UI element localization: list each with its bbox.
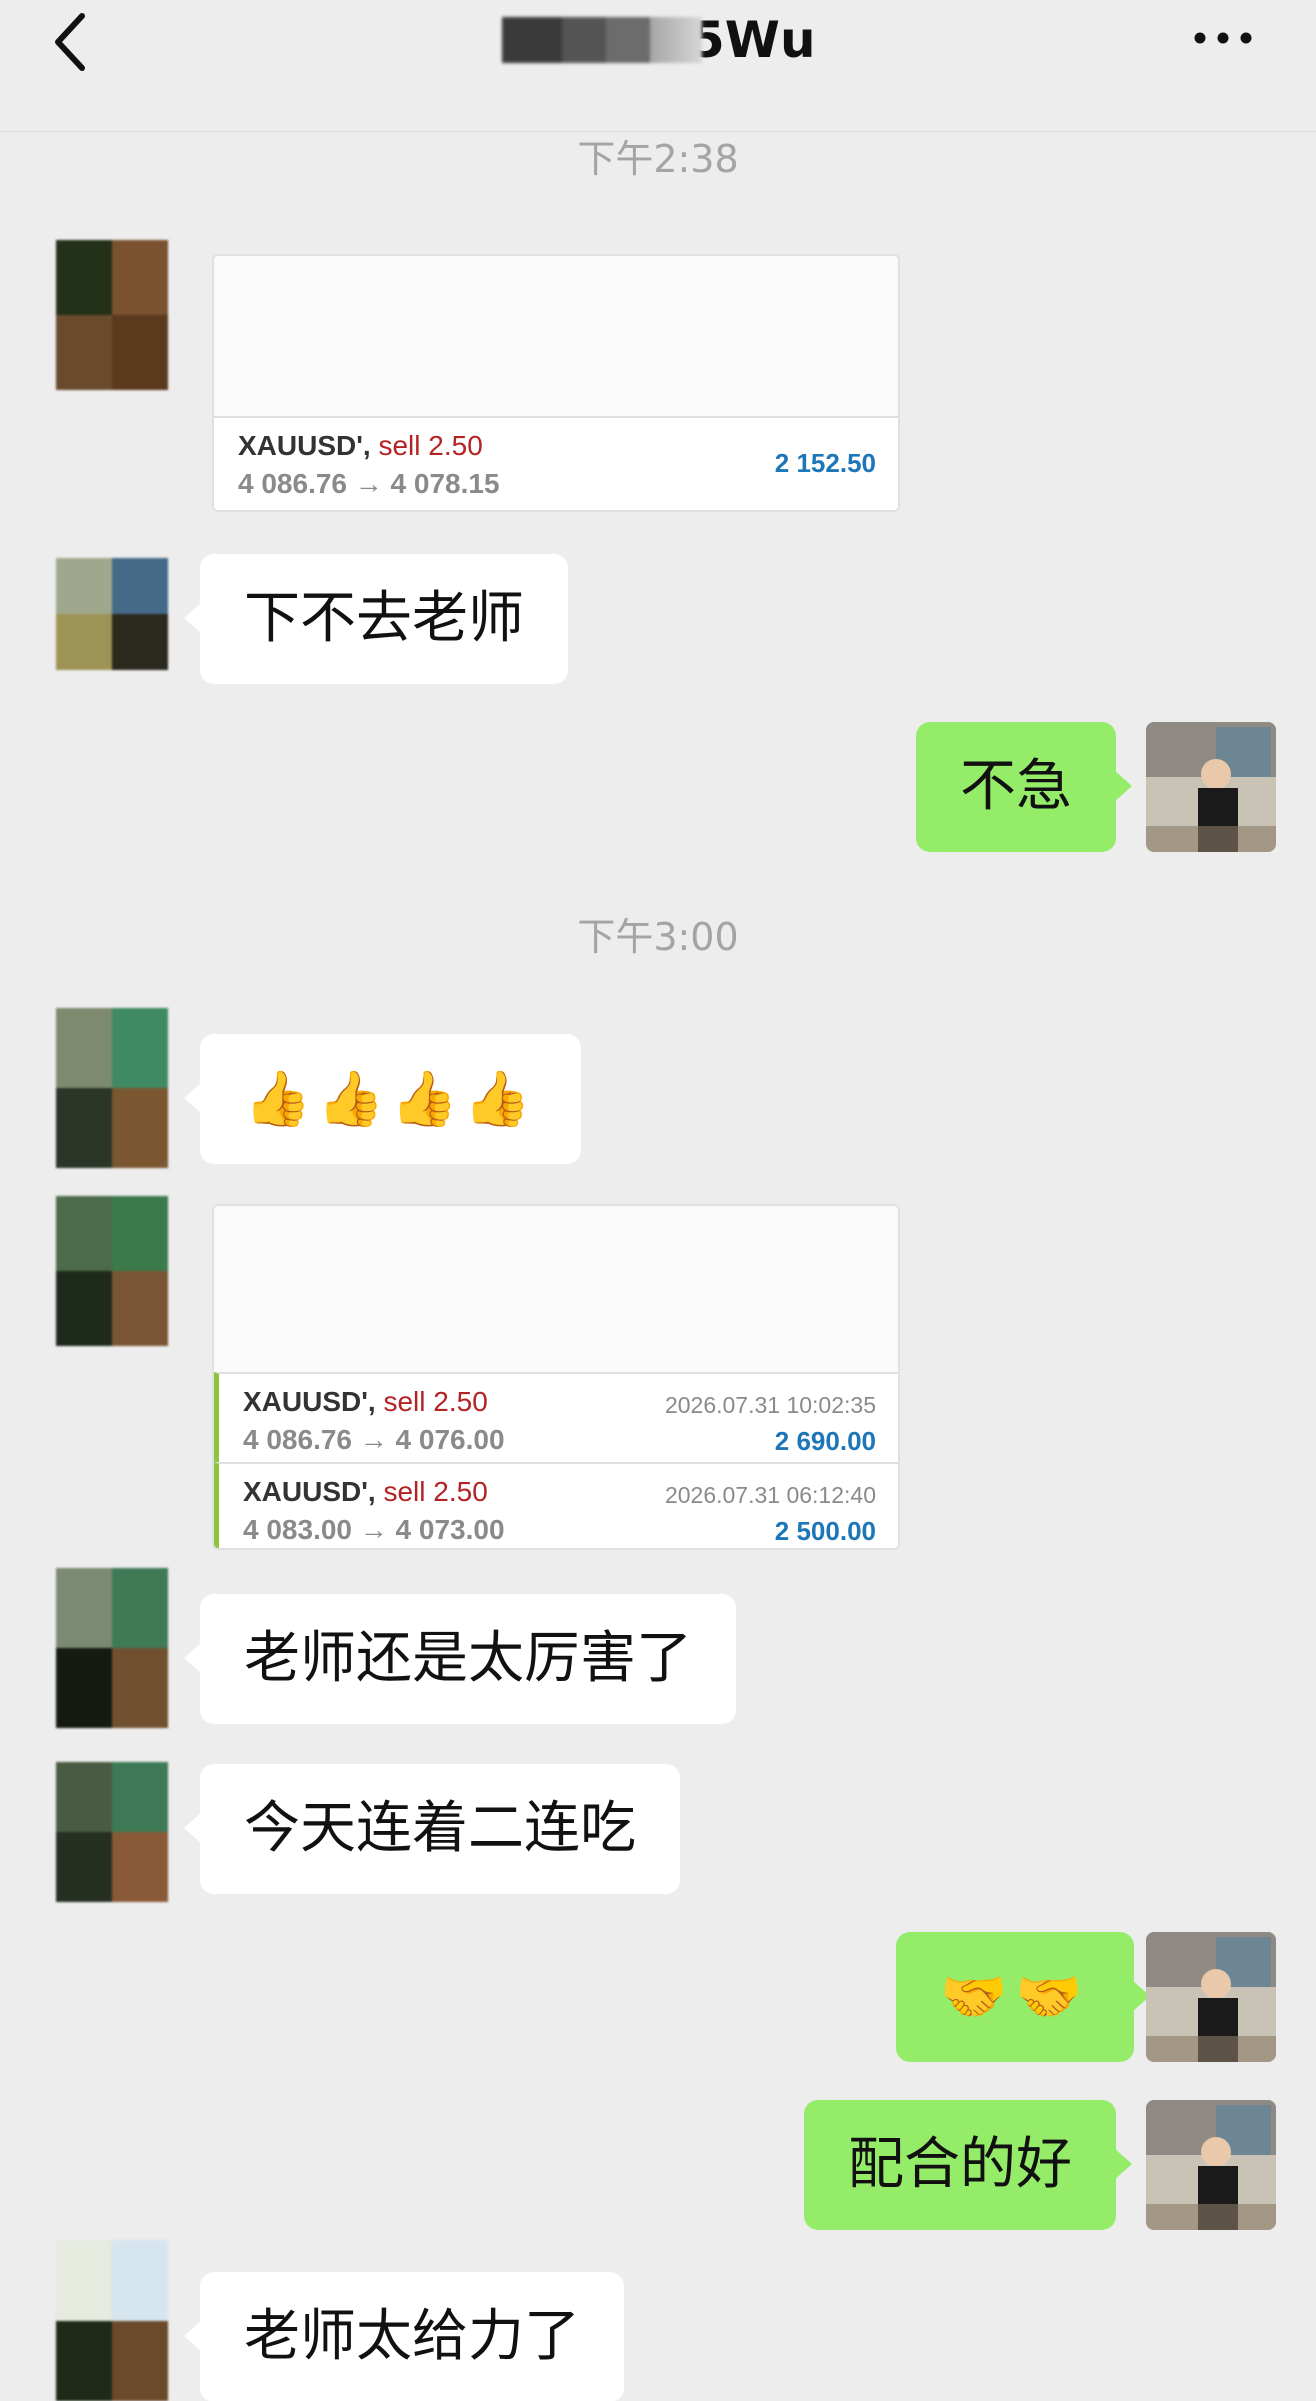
chat-header: 5Wu — [0, 0, 1316, 132]
message-bubble: 老师太给力了 — [184, 2272, 624, 2401]
chevron-left-icon[interactable] — [44, 6, 104, 78]
message-bubble-self: 🤝🤝 — [896, 1932, 1152, 2062]
message-bubble: 👍👍👍👍 — [184, 1034, 581, 1164]
message-bubble: 今天连着二连吃 — [184, 1764, 680, 1894]
contact-avatar[interactable] — [56, 2240, 168, 2401]
trade-screenshot-card[interactable]: XAUUSD', sell 2.50 4 086.76 → 4 078.15 2… — [212, 254, 900, 512]
trade-profit: 2 152.50 — [774, 448, 876, 478]
contact-avatar[interactable] — [56, 558, 168, 670]
message-bubble: 下不去老师 — [184, 554, 568, 684]
trade-prices: 4 083.00 → 4 073.00 — [243, 1514, 505, 1545]
contact-avatar[interactable] — [56, 1568, 168, 1728]
chat-title-text: 5Wu — [690, 11, 816, 69]
chat-title: 5Wu — [502, 10, 816, 70]
trade-row: XAUUSD', sell 2.50 4 086.76 → 4 076.00 2… — [214, 1372, 898, 1462]
self-avatar[interactable] — [1146, 2100, 1276, 2230]
more-dots-icon[interactable] — [1188, 18, 1258, 58]
message-bubble: 老师还是太厉害了 — [184, 1594, 736, 1724]
self-avatar[interactable] — [1146, 1932, 1276, 2062]
trade-date: 2026.07.31 10:02:35 — [664, 1392, 876, 1418]
trade-row: XAUUSD', sell 2.50 4 086.76 → 4 078.15 2… — [214, 416, 898, 506]
contact-avatar[interactable] — [56, 1196, 168, 1346]
trade-symbol: XAUUSD', sell 2.50 — [238, 430, 483, 461]
message-bubble-self: 不急 — [916, 722, 1132, 852]
trade-profit: 2 690.00 — [774, 1426, 876, 1456]
self-avatar[interactable] — [1146, 722, 1276, 852]
redacted-area — [214, 256, 898, 416]
trade-date: 2026.07.31 06:12:40 — [664, 1482, 876, 1508]
trade-screenshot-card[interactable]: XAUUSD', sell 2.50 4 086.76 → 4 076.00 2… — [212, 1204, 900, 1550]
trade-symbol: XAUUSD', sell 2.50 — [243, 1386, 488, 1417]
trade-symbol: XAUUSD', sell 2.50 — [243, 1476, 488, 1507]
redacted-area — [214, 1206, 898, 1372]
contact-avatar[interactable] — [56, 1762, 168, 1902]
trade-row: XAUUSD', sell 2.50 4 083.00 → 4 073.00 2… — [214, 1462, 898, 1548]
trade-profit: 2 500.00 — [774, 1516, 876, 1546]
message-bubble-self: 配合的好 — [804, 2100, 1132, 2230]
trade-prices: 4 086.76 → 4 076.00 — [243, 1424, 505, 1455]
timestamp: 下午3:00 — [577, 915, 739, 959]
contact-avatar[interactable] — [56, 1008, 168, 1168]
redacted-name — [502, 17, 702, 63]
timestamp: 下午2:38 — [577, 137, 739, 181]
contact-avatar[interactable] — [56, 240, 168, 390]
trade-prices: 4 086.76 → 4 078.15 — [238, 468, 500, 499]
